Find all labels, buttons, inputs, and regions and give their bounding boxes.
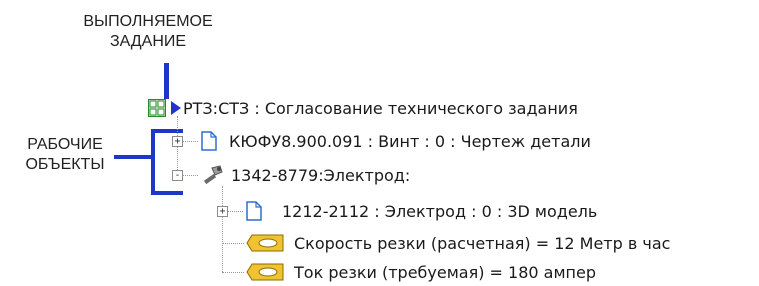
tag-icon bbox=[246, 263, 284, 281]
tree-root[interactable]: РТЗ:СТЗ : Согласование технического зада… bbox=[148, 96, 578, 120]
callout-task-line1: ВЫПОЛНЯЕМОЕ bbox=[83, 13, 213, 30]
expand-toggle[interactable]: + bbox=[217, 206, 228, 217]
callout-work-line2: ОБЪЕКТЫ bbox=[25, 156, 105, 173]
callout-work-line1: РАБОЧИЕ bbox=[27, 136, 103, 153]
tree-item[interactable]: КЮФУ8.900.091 : Винт : 0 : Чертеж детали bbox=[201, 129, 591, 153]
tree-item-label: 1342-8779:Электрод: bbox=[231, 165, 411, 185]
callout-work-label: РАБОЧИЕ ОБЪЕКТЫ bbox=[0, 135, 130, 175]
tree-item[interactable]: Ток резки (требуемая) = 180 ампер bbox=[246, 260, 596, 284]
tree-connector bbox=[222, 243, 244, 244]
callout-work-bracket-h bbox=[114, 155, 154, 159]
callout-task-line2: ЗАДАНИЕ bbox=[109, 33, 187, 50]
tree-item-label: КЮФУ8.900.091 : Винт : 0 : Чертеж детали bbox=[229, 131, 591, 151]
collapse-toggle[interactable]: - bbox=[172, 170, 183, 181]
tool-icon bbox=[203, 165, 223, 185]
callout-task-pointer bbox=[164, 63, 169, 99]
tree-connector bbox=[182, 175, 198, 176]
tree-connector bbox=[182, 141, 198, 142]
tree-item[interactable]: Скорость резки (расчетная) = 12 Метр в ч… bbox=[246, 231, 670, 255]
pointer-arrow-icon bbox=[171, 101, 181, 115]
tree-item-label: 1212-2112 : Электрод : 0 : 3D модель bbox=[282, 201, 598, 221]
expand-toggle[interactable]: + bbox=[172, 136, 183, 147]
callout-work-bracket-top bbox=[151, 129, 183, 133]
document-icon bbox=[246, 201, 262, 221]
task-board-icon bbox=[148, 99, 166, 117]
tree-item-label: Скорость резки (расчетная) = 12 Метр в ч… bbox=[294, 233, 671, 253]
callout-task-label: ВЫПОЛНЯЕМОЕ ЗАДАНИЕ bbox=[63, 12, 233, 52]
callout-work-bracket-v bbox=[151, 129, 155, 195]
tree-item[interactable]: 1212-2112 : Электрод : 0 : 3D модель bbox=[246, 199, 597, 223]
tree-connector bbox=[222, 186, 223, 272]
tree-item-label: Ток резки (требуемая) = 180 ампер bbox=[294, 262, 596, 282]
tag-icon bbox=[246, 234, 284, 252]
document-icon bbox=[201, 131, 217, 151]
tree-root-label: РТЗ:СТЗ : Согласование технического зада… bbox=[183, 98, 578, 118]
tree-connector bbox=[227, 211, 243, 212]
tree-connector bbox=[222, 272, 244, 273]
tree-item[interactable]: 1342-8779:Электрод: bbox=[201, 163, 410, 187]
callout-work-bracket-bottom bbox=[151, 191, 183, 195]
